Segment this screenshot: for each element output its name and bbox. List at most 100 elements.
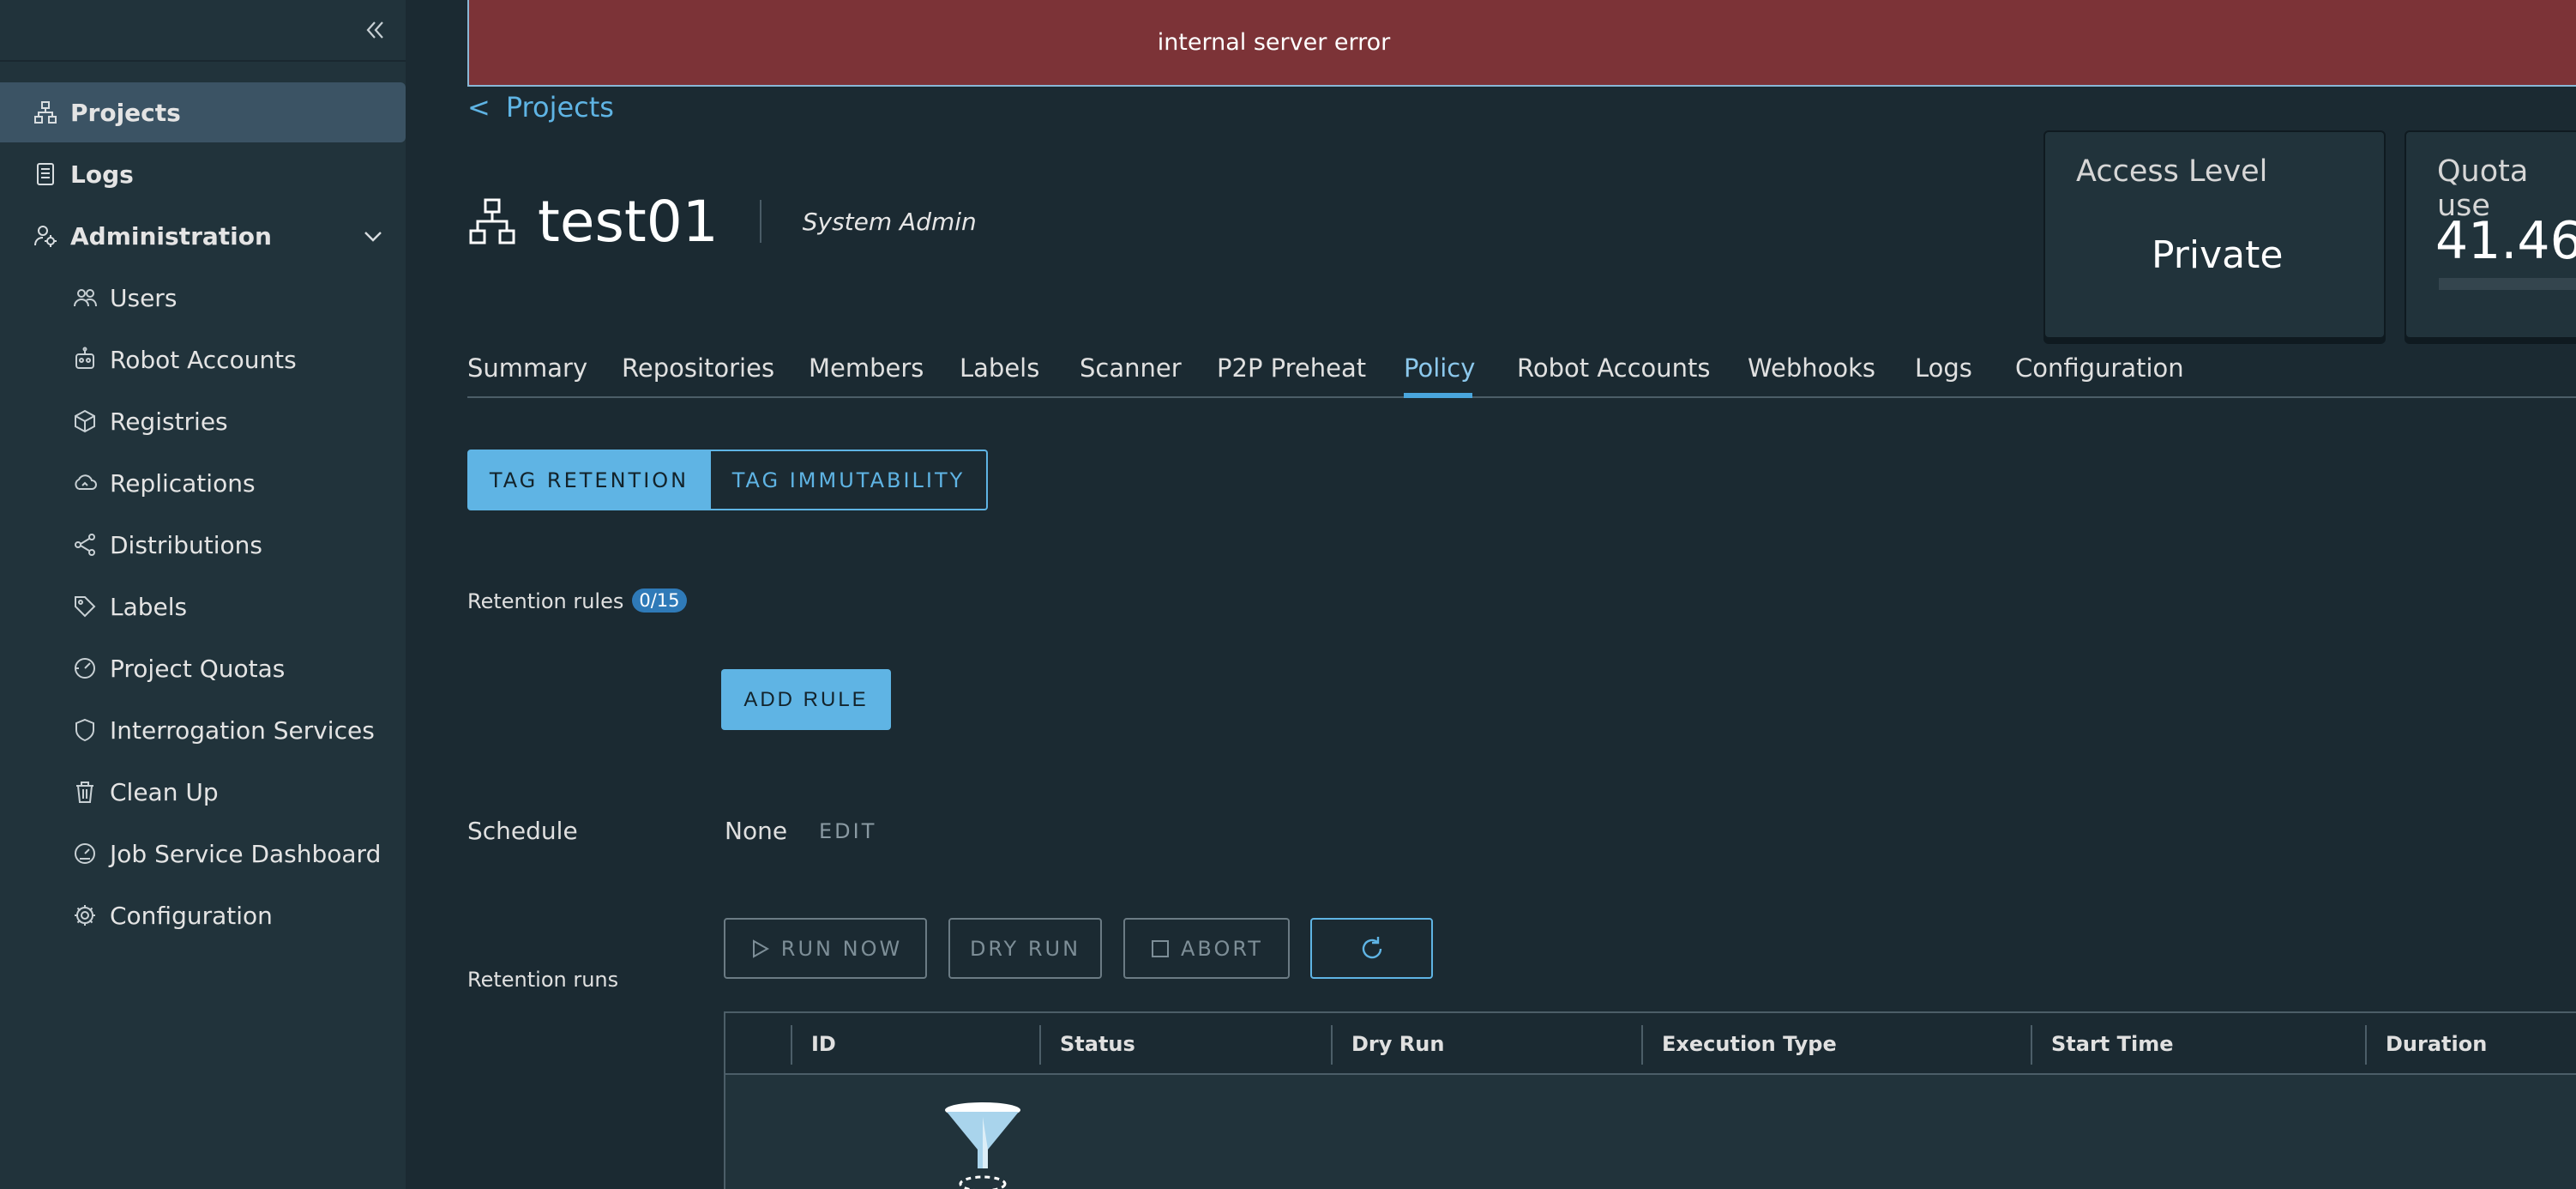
breadcrumb-link[interactable]: Projects	[506, 91, 614, 124]
error-banner: internal server error	[467, 0, 2576, 87]
quota-value: 41.46M	[2435, 211, 2576, 271]
project-header: test01 System Admin	[467, 187, 977, 256]
sidebar-item-labels[interactable]: Labels	[0, 576, 406, 637]
sidebar-item-label: Logs	[70, 160, 134, 189]
sidebar-item-distributions[interactable]: Distributions	[0, 515, 406, 575]
error-message: internal server error	[1157, 29, 1391, 56]
tab-configuration[interactable]: Configuration	[2015, 353, 2184, 383]
project-icon	[469, 198, 515, 244]
column-separator	[2365, 1025, 2367, 1065]
page-title: test01	[538, 188, 719, 255]
sidebar-item-label: Projects	[70, 98, 181, 127]
retention-rules-label: Retention rules 0/15	[467, 588, 687, 613]
column-header-execution-type[interactable]: Execution Type	[1662, 1032, 1837, 1056]
quota-card: Quota use 41.46M	[2404, 130, 2576, 339]
column-separator	[791, 1025, 792, 1065]
retention-runs-label: Retention runs	[467, 968, 619, 992]
registries-icon	[72, 408, 98, 434]
tab-p2p-preheat[interactable]: P2P Preheat	[1217, 353, 1366, 383]
sidebar-item-label: Clean Up	[110, 777, 219, 806]
empty-funnel-icon	[945, 1102, 1020, 1189]
double-chevron-left-icon	[366, 21, 383, 39]
edit-schedule-button[interactable]: EDIT	[819, 819, 876, 843]
sidebar-item-project-quotas[interactable]: Project Quotas	[0, 638, 406, 698]
sidebar-item-label: Project Quotas	[110, 654, 286, 683]
tag-icon	[72, 594, 98, 619]
retention-rules-text: Retention rules	[467, 589, 624, 613]
sidebar-item-label: Interrogation Services	[110, 715, 375, 745]
chevron-down-icon[interactable]	[361, 224, 385, 248]
tab-policy[interactable]: Policy	[1404, 353, 1475, 383]
robot-icon	[72, 347, 98, 372]
sidebar-item-projects[interactable]: Projects	[0, 82, 406, 142]
breadcrumb-back-icon: <	[467, 91, 491, 124]
sidebar-item-users[interactable]: Users	[0, 268, 406, 328]
tab-logs[interactable]: Logs	[1915, 353, 1972, 383]
user-role: System Admin	[802, 207, 977, 236]
dashboard-icon	[72, 841, 98, 866]
replications-icon	[72, 470, 98, 496]
collapse-sidebar-button[interactable]	[360, 15, 389, 45]
column-separator	[1641, 1025, 1643, 1065]
tab-members[interactable]: Members	[809, 353, 924, 383]
tag-retention-button[interactable]: TAG RETENTION	[467, 450, 711, 510]
tag-immutability-button[interactable]: TAG IMMUTABILITY	[711, 450, 988, 510]
quota-icon	[72, 655, 98, 681]
sidebar-item-logs[interactable]: Logs	[0, 144, 406, 204]
sidebar: Projects Logs Administration Users Robot…	[0, 0, 406, 1189]
sidebar-item-registries[interactable]: Registries	[0, 391, 406, 451]
sidebar-item-replications[interactable]: Replications	[0, 453, 406, 513]
refresh-button[interactable]	[1310, 918, 1433, 979]
sidebar-item-label: Replications	[110, 468, 256, 498]
quota-progress-bar	[2439, 278, 2576, 290]
refresh-icon	[1362, 936, 1381, 958]
shield-icon	[72, 717, 98, 743]
column-header-dry-run[interactable]: Dry Run	[1351, 1032, 1444, 1056]
stop-icon	[1152, 939, 1170, 957]
active-tab-indicator	[1404, 393, 1472, 398]
breadcrumb[interactable]: < Projects	[467, 91, 614, 124]
sidebar-item-clean-up[interactable]: Clean Up	[0, 762, 406, 822]
play-icon	[752, 939, 769, 958]
abort-label: ABORT	[1181, 936, 1263, 961]
sidebar-item-robot-accounts[interactable]: Robot Accounts	[0, 329, 406, 389]
card-title: Access Level	[2076, 154, 2268, 189]
tab-robot-accounts[interactable]: Robot Accounts	[1517, 353, 1711, 383]
projects-icon	[33, 100, 58, 125]
schedule-value: None	[725, 817, 788, 845]
tab-labels[interactable]: Labels	[960, 353, 1039, 383]
run-now-label: RUN NOW	[780, 936, 903, 961]
sidebar-item-job-service-dashboard[interactable]: Job Service Dashboard	[0, 824, 406, 884]
dry-run-button[interactable]: DRY RUN	[948, 918, 1102, 979]
run-now-button[interactable]: RUN NOW	[724, 918, 927, 979]
access-level-card: Access Level Private	[2043, 130, 2386, 339]
policy-segment-toggle: TAG RETENTION TAG IMMUTABILITY	[467, 450, 988, 510]
users-icon	[72, 285, 98, 311]
tab-scanner[interactable]: Scanner	[1080, 353, 1182, 383]
column-header-start-time[interactable]: Start Time	[2051, 1032, 2174, 1056]
sidebar-item-administration[interactable]: Administration	[0, 206, 406, 266]
abort-button[interactable]: ABORT	[1123, 918, 1290, 979]
column-separator	[1039, 1025, 1041, 1065]
tab-webhooks[interactable]: Webhooks	[1748, 353, 1875, 383]
rules-count-badge: 0/15	[632, 588, 687, 613]
column-header-duration[interactable]: Duration	[2386, 1032, 2487, 1056]
sidebar-item-label: Administration	[70, 221, 272, 250]
column-separator	[1331, 1025, 1333, 1065]
sidebar-item-configuration[interactable]: Configuration	[0, 885, 406, 945]
add-rule-button[interactable]: ADD RULE	[721, 669, 891, 730]
tab-repositories[interactable]: Repositories	[622, 353, 774, 383]
column-header-id[interactable]: ID	[811, 1032, 836, 1056]
sidebar-item-label: Users	[110, 283, 178, 312]
gear-icon	[72, 902, 98, 928]
sidebar-item-label: Registries	[110, 407, 228, 436]
project-tabs: Summary Repositories Members Labels Scan…	[467, 350, 2576, 398]
tab-summary[interactable]: Summary	[467, 353, 587, 383]
sidebar-item-label: Labels	[110, 592, 188, 621]
logs-icon	[33, 161, 58, 187]
column-header-status[interactable]: Status	[1060, 1032, 1135, 1056]
sidebar-item-interrogation-services[interactable]: Interrogation Services	[0, 700, 406, 760]
dry-run-label: DRY RUN	[969, 936, 1081, 961]
sidebar-divider	[0, 60, 406, 62]
distributions-icon	[72, 532, 98, 558]
